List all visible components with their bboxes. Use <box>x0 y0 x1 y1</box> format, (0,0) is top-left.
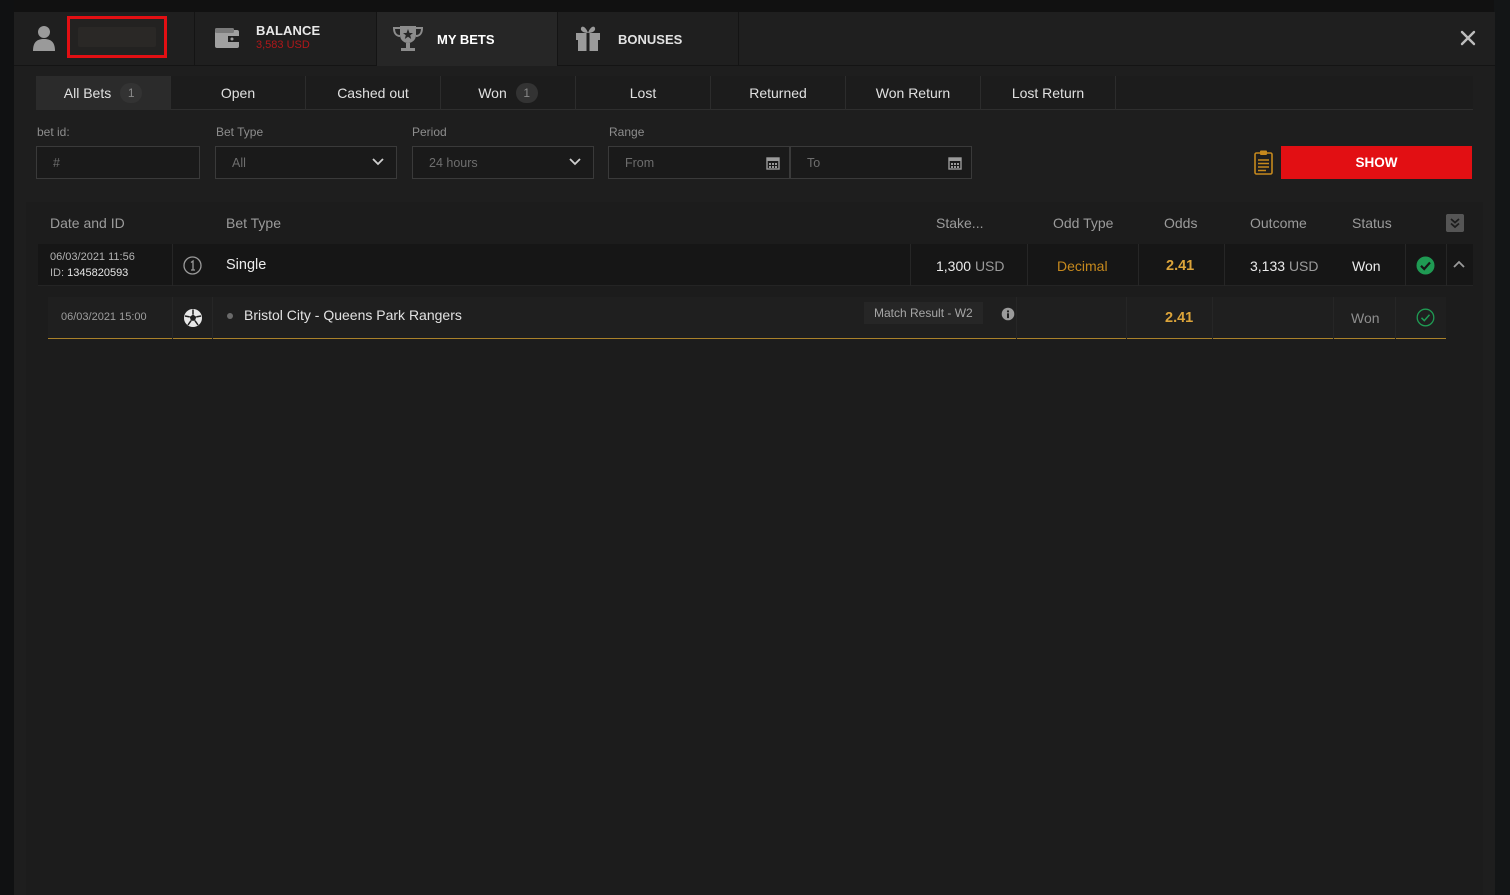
bet-stake-currency: USD <box>974 258 1005 274</box>
event-name: Bristol City - Queens Park Rangers <box>244 307 462 323</box>
background-top <box>0 0 1510 12</box>
gift-icon <box>576 26 600 51</box>
bet-type-select[interactable]: All <box>215 146 397 179</box>
bet-id-value: 1345820593 <box>67 267 129 279</box>
tab-all-bets-count: 1 <box>120 83 143 103</box>
show-button[interactable]: SHOW <box>1281 146 1472 179</box>
bet-odd-type: Decimal <box>1057 258 1108 274</box>
trophy-icon <box>392 26 424 51</box>
my-bets-label: MY BETS <box>437 32 495 47</box>
col-odd-type: Odd Type <box>1053 215 1114 231</box>
modal-header: BALANCE 3,583 USD MY BETS BONUSES <box>14 12 1495 66</box>
cell-bet-type <box>173 244 911 286</box>
cell-event-time: 06/03/2021 15:00 <box>48 297 173 339</box>
info-icon[interactable] <box>1001 307 1015 321</box>
period-label: Period <box>412 125 447 139</box>
my-bets-modal: BALANCE 3,583 USD MY BETS BONUSES All Be… <box>14 12 1495 895</box>
bet-id-input[interactable]: # <box>36 146 200 179</box>
tab-all-bets[interactable]: All Bets 1 <box>36 76 171 110</box>
period-value: 24 hours <box>429 155 478 170</box>
range-label: Range <box>609 125 645 139</box>
balance-title: BALANCE <box>256 23 321 38</box>
balance-amount: 3,583 USD <box>256 39 310 51</box>
bet-status: Won <box>1352 258 1381 274</box>
username-redacted-box <box>67 16 167 58</box>
background-left <box>0 0 14 895</box>
col-outcome: Outcome <box>1250 215 1307 231</box>
tab-open-label: Open <box>220 85 256 101</box>
tab-won-return-label: Won Return <box>875 85 951 101</box>
col-stake: Stake... <box>936 215 984 231</box>
tab-cashed-out[interactable]: Cashed out <box>306 76 441 110</box>
tab-won-return[interactable]: Won Return <box>846 76 981 110</box>
table-row[interactable]: 06/03/2021 11:56 ID: 1345820593 Single 1… <box>38 244 1473 286</box>
range-to-placeholder: To <box>807 155 821 170</box>
bets-table: Date and ID Bet Type Stake... Odd Type O… <box>26 202 1483 895</box>
expand-all-icon[interactable] <box>1446 214 1464 232</box>
col-odds: Odds <box>1164 215 1198 231</box>
range-to-input[interactable]: To <box>790 146 972 179</box>
tab-returned-label: Returned <box>749 85 807 101</box>
bet-id-placeholder: # <box>53 155 60 170</box>
tab-balance[interactable]: BALANCE 3,583 USD <box>196 12 377 66</box>
close-icon[interactable] <box>1458 28 1478 48</box>
username-redacted <box>78 27 156 47</box>
tab-bonuses[interactable]: BONUSES <box>558 12 739 66</box>
bonuses-label: BONUSES <box>618 32 683 47</box>
wallet-icon <box>215 28 239 48</box>
calendar-icon[interactable] <box>948 156 962 170</box>
tab-won-label: Won <box>478 85 507 101</box>
calendar-icon[interactable] <box>766 156 780 170</box>
tab-cashed-out-label: Cashed out <box>337 85 409 101</box>
tab-returned[interactable]: Returned <box>711 76 846 110</box>
bet-id-label: bet id: <box>37 125 70 139</box>
table-header: Date and ID Bet Type Stake... Odd Type O… <box>26 202 1483 244</box>
check-circle-outline-icon <box>1416 308 1435 327</box>
cell-event-odds <box>1127 297 1213 339</box>
bet-type-value: All <box>232 155 246 170</box>
background-right <box>1494 0 1510 895</box>
user-cell[interactable] <box>14 12 195 66</box>
tab-won[interactable]: Won 1 <box>441 76 576 110</box>
bet-stake-value: 1,300 <box>936 258 972 274</box>
event-row[interactable]: 06/03/2021 15:00 Bristol City - Queens P… <box>48 297 1446 339</box>
event-datetime: 06/03/2021 15:00 <box>61 311 147 323</box>
tab-won-count: 1 <box>515 83 538 103</box>
tab-lost-label: Lost <box>629 85 657 101</box>
cell-event-odd-type <box>1016 297 1127 339</box>
range-from-placeholder: From <box>625 155 655 170</box>
bet-odds: 2.41 <box>1166 258 1195 274</box>
tab-all-bets-label: All Bets <box>63 85 112 101</box>
bet-filter-tabs: All Bets 1 Open Cashed out Won 1 Lost Re… <box>36 76 1473 110</box>
tab-my-bets[interactable]: MY BETS <box>377 12 558 66</box>
chevron-down-icon <box>372 158 384 166</box>
bet-datetime: 06/03/2021 11:56 <box>50 251 135 263</box>
col-status: Status <box>1352 215 1392 231</box>
bet-id: ID: 1345820593 <box>50 267 128 279</box>
cell-status-icon <box>1406 244 1447 286</box>
tab-open[interactable]: Open <box>171 76 306 110</box>
user-icon <box>33 26 55 51</box>
col-date-id: Date and ID <box>50 215 125 231</box>
bet-type-label: Bet Type <box>216 125 264 139</box>
show-button-label: SHOW <box>1355 155 1398 170</box>
col-bet-type: Bet Type <box>226 215 282 231</box>
cell-sport-icon <box>173 297 213 339</box>
tab-lost[interactable]: Lost <box>576 76 711 110</box>
market-badge: Match Result - W2 <box>864 302 983 324</box>
cell-date-id: 06/03/2021 11:56 ID: 1345820593 <box>38 244 173 286</box>
cell-event-outcome <box>1213 297 1334 339</box>
bet-type-value: Single <box>226 257 267 273</box>
chevron-up-icon[interactable] <box>1453 259 1465 269</box>
range-from-input[interactable]: From <box>608 146 790 179</box>
period-select[interactable]: 24 hours <box>412 146 594 179</box>
bet-id-prefix: ID: <box>50 267 65 279</box>
tab-lost-return-label: Lost Return <box>1011 85 1085 101</box>
cell-event-status <box>1334 297 1396 339</box>
tab-lost-return[interactable]: Lost Return <box>981 76 1116 110</box>
clipboard-icon[interactable] <box>1254 149 1273 175</box>
event-dot <box>227 313 233 319</box>
bet-stake: 1,300 USD <box>936 258 1005 274</box>
chevron-down-icon <box>569 158 581 166</box>
